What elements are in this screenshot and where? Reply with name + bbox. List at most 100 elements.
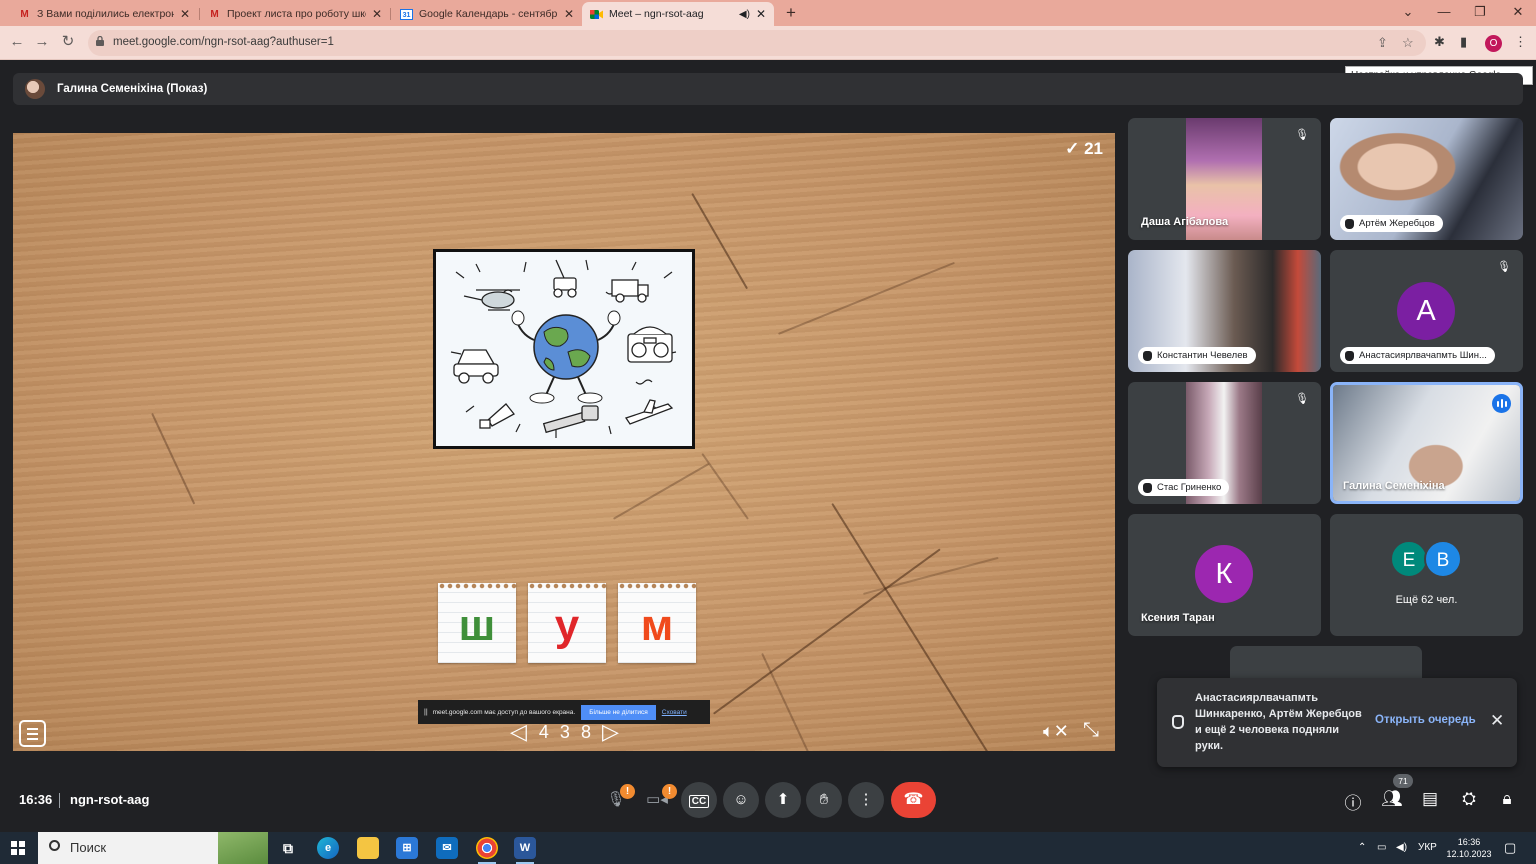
meeting-info-icon[interactable]: ⓘ <box>1342 789 1364 814</box>
more-participants-tile[interactable]: Е В Ещё 62 чел. <box>1330 514 1523 636</box>
more-participants-label: Ещё 62 чел. <box>1395 594 1458 606</box>
prev-arrow-icon[interactable]: ◁ <box>510 719 531 745</box>
speaker-icon[interactable]: ◀︎) <box>739 9 750 20</box>
tab-calendar[interactable]: 31 Google Календарь - сентябрь 2 ✕ <box>392 2 582 26</box>
tab-search-icon[interactable]: ⌄ <box>1390 0 1426 26</box>
hang-up-icon: ☎︎ <box>903 791 924 808</box>
store-icon[interactable]: ⊞ <box>396 837 418 859</box>
participant-avatar: В <box>1424 540 1462 578</box>
tab-separator <box>390 8 391 20</box>
reload-button[interactable]: ↻ <box>58 32 78 52</box>
participant-tile[interactable]: К Ксения Таран <box>1128 514 1321 636</box>
file-explorer-icon[interactable] <box>357 837 379 859</box>
presenter-avatar <box>25 79 45 99</box>
search-icon <box>49 840 60 851</box>
present-screen-icon: ⬆︎ <box>776 791 790 808</box>
leave-call-button[interactable]: ☎︎ <box>891 782 936 818</box>
tab-title: З Вами поділились електронною <box>37 8 174 20</box>
taskbar-search[interactable]: Поиск <box>38 832 268 864</box>
language-indicator[interactable]: УКР <box>1418 842 1437 853</box>
taskbar-clock[interactable]: 16:36 12.10.2023 <box>1445 836 1493 860</box>
raise-hand-button[interactable]: ✋︎ <box>806 782 842 818</box>
captions-button[interactable]: CC <box>681 782 717 818</box>
stop-sharing-button[interactable]: Більше не ділитися <box>581 704 656 720</box>
people-icon[interactable]: 👥︎ <box>1381 789 1403 809</box>
wood-scratch <box>761 653 814 751</box>
participant-name-pill: Артём Жеребцов <box>1340 215 1443 232</box>
address-bar[interactable]: meet.google.com/ngn-rsot-aag?authuser=1 … <box>88 30 1426 56</box>
wood-scratch <box>831 503 1008 751</box>
mic-warning-badge: ! <box>620 784 635 799</box>
exit-fullscreen-icon[interactable]: ⤡ <box>1083 719 1099 742</box>
tab-gmail-2[interactable]: M Проект листа про роботу школи ✕ <box>200 2 390 26</box>
close-icon[interactable]: ✕ <box>180 7 190 21</box>
host-controls-icon[interactable]: 🔒︎ <box>1496 789 1518 809</box>
volume-icon[interactable]: ◀︎) <box>1396 842 1407 853</box>
meeting-code: ngn-rsot-aag <box>70 792 150 807</box>
window-close-button[interactable]: ✕ <box>1500 0 1536 26</box>
letter-cards: ш у м <box>438 583 696 663</box>
mic-off-icon: 🎙︎ <box>1497 261 1511 273</box>
restore-button[interactable]: ❐ <box>1462 0 1498 26</box>
participant-tile[interactable]: 🎙︎ Даша Агібалова <box>1128 118 1321 240</box>
menu-icon[interactable] <box>19 720 46 747</box>
emoji-button[interactable]: ☺ <box>723 782 759 818</box>
chrome-icon[interactable] <box>476 837 498 864</box>
letter-card[interactable]: ш <box>438 583 516 663</box>
extensions-icon[interactable]: ✱ <box>1434 34 1445 50</box>
calendar-icon: 31 <box>400 8 413 20</box>
sound-off-icon[interactable]: 🔈︎✕ <box>1043 721 1069 742</box>
participant-tile[interactable]: 🎙︎ Стас Гриненко <box>1128 382 1321 504</box>
network-icon[interactable]: ▭ <box>1377 842 1386 853</box>
next-arrow-icon[interactable]: ▷ <box>602 719 623 745</box>
new-tab-button[interactable]: + <box>782 2 800 24</box>
speaking-indicator-icon <box>1492 394 1511 413</box>
close-icon[interactable]: ✕ <box>564 7 574 21</box>
share-page-icon[interactable]: ⇪ <box>1377 35 1388 51</box>
windows-start-icon[interactable] <box>11 841 25 855</box>
more-options-button[interactable]: ⋮ <box>848 782 884 818</box>
camera-warning-badge: ! <box>662 784 677 799</box>
score-value: 21 <box>1084 139 1103 158</box>
captions-icon: CC <box>688 795 710 808</box>
notifications-icon[interactable]: ▢ <box>1504 840 1516 856</box>
word-icon[interactable]: W <box>514 837 536 864</box>
participant-tile[interactable]: А 🎙︎ Анастасиярлвачапмть Шин... <box>1330 250 1523 372</box>
letter-card[interactable]: у <box>528 583 606 663</box>
taskbar-date: 12.10.2023 <box>1446 849 1492 859</box>
shared-screen[interactable]: ✓ 21 ш у м || meet.google.com має доступ… <box>13 133 1115 751</box>
forward-button[interactable]: → <box>32 32 52 52</box>
participant-name-pill: Константин Чевелев <box>1138 347 1256 364</box>
page-navigation: ◁ 4 3 8 ▷ <box>510 719 623 745</box>
participant-name: Анастасиярлвачапмть Шин... <box>1359 350 1487 361</box>
participant-tile[interactable]: Артём Жеребцов <box>1330 118 1523 240</box>
tab-gmail-1[interactable]: M З Вами поділились електронною ✕ <box>10 2 198 26</box>
pause-icon: || <box>424 708 428 716</box>
activities-icon[interactable]: ⛭ <box>1458 789 1480 809</box>
mail-icon[interactable]: ✉ <box>436 837 458 859</box>
present-button[interactable]: ⬆︎ <box>765 782 801 818</box>
close-icon[interactable]: ✕ <box>1490 711 1504 731</box>
tray-expand-icon[interactable]: ⌃ <box>1358 842 1366 853</box>
chrome-menu-icon[interactable]: ⋮ <box>1514 34 1527 50</box>
close-icon[interactable]: ✕ <box>372 7 382 21</box>
participant-tile-speaking[interactable]: Галина Семеніхіна <box>1330 382 1523 504</box>
raised-hand-icon <box>1143 350 1152 361</box>
bookmark-star-icon[interactable]: ☆ <box>1402 35 1414 51</box>
participant-tile[interactable]: Константин Чевелев <box>1128 250 1321 372</box>
tab-meet[interactable]: Meet – ngn-rsot-aag ◀︎) ✕ <box>582 2 774 26</box>
raised-hands-notification: Анастасиярлвачапмть Шинкаренко, Артём Же… <box>1157 678 1517 767</box>
open-queue-button[interactable]: Открыть очередь <box>1375 714 1476 726</box>
chat-icon[interactable]: ▤ <box>1419 789 1441 809</box>
hide-banner-link[interactable]: Сховати <box>662 709 687 716</box>
letter-card[interactable]: м <box>618 583 696 663</box>
task-view-icon[interactable]: ⧉ <box>277 837 299 859</box>
back-button[interactable]: ← <box>7 32 27 52</box>
side-panel-icon[interactable]: ▮ <box>1460 34 1467 50</box>
edge-icon[interactable]: e <box>317 837 339 859</box>
minimize-button[interactable]: — <box>1426 0 1462 26</box>
profile-avatar[interactable]: O <box>1485 35 1502 52</box>
divider <box>59 793 60 808</box>
notification-text: Анастасиярлвачапмть Шинкаренко, Артём Же… <box>1195 692 1362 752</box>
close-icon[interactable]: ✕ <box>756 7 766 21</box>
